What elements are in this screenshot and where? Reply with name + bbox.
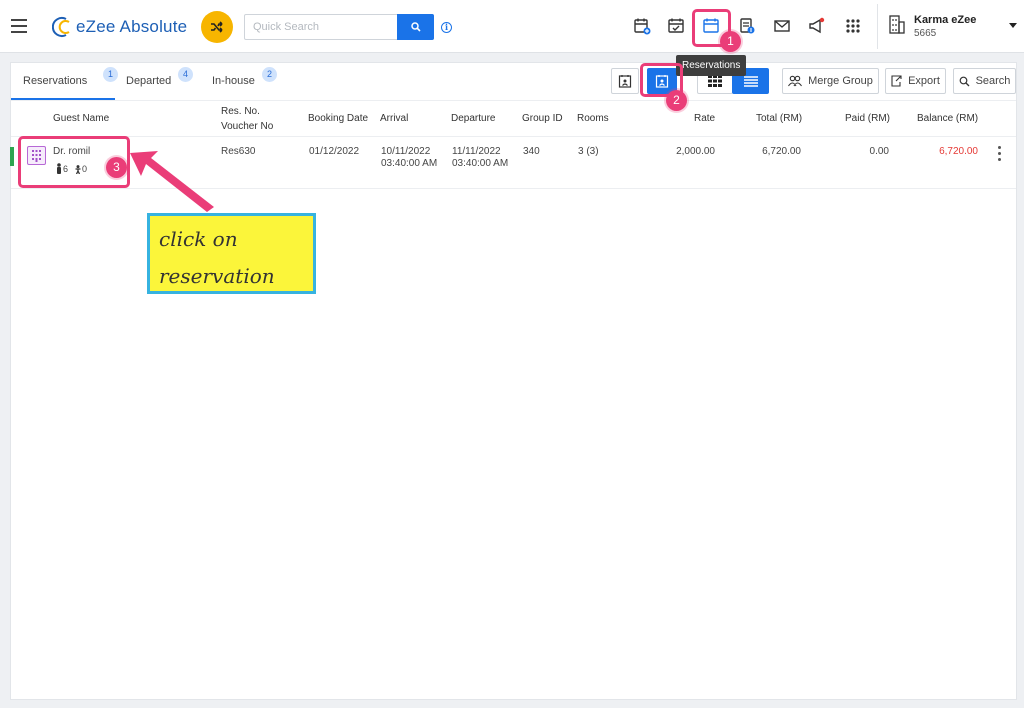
search-label: Search: [975, 75, 1011, 87]
arrival-time-cell: 03:40:00 AM: [381, 158, 438, 169]
tab-count-badge: 4: [178, 67, 193, 82]
new-reservation-icon[interactable]: [632, 16, 652, 36]
col-header-rate[interactable]: Rate: [694, 111, 715, 126]
menu-hamburger-icon[interactable]: [11, 19, 27, 33]
tab-departed[interactable]: Departed 4: [126, 67, 193, 87]
step-badge-2: 2: [666, 90, 687, 111]
quick-search-box: [244, 14, 434, 40]
list-view-icon: [743, 75, 758, 87]
search-button[interactable]: Search: [953, 68, 1016, 94]
quick-search-input[interactable]: [245, 15, 395, 39]
col-header-group-id[interactable]: Group ID: [522, 111, 563, 126]
calendar-person-icon: [655, 75, 669, 88]
col-header-voucher-no[interactable]: Voucher No: [221, 119, 273, 134]
booking-date-cell: 01/12/2022: [309, 146, 360, 157]
res-no-cell: Res630: [221, 146, 256, 157]
info-icon[interactable]: i: [441, 22, 452, 33]
col-header-rooms[interactable]: Rooms: [577, 111, 609, 126]
rooms-cell: 3 (3): [578, 146, 599, 157]
calendar-person-icon: [618, 75, 632, 88]
guest-name-link[interactable]: Dr. romil: [53, 146, 90, 157]
hotel-building-icon: [27, 146, 46, 165]
tab-count-badge: 2: [262, 67, 277, 82]
adult-count: 6: [63, 164, 69, 174]
property-name: Karma eZee: [914, 14, 977, 26]
tooltip: Reservations: [676, 55, 747, 76]
child-count: 0: [82, 164, 88, 174]
quick-search-button[interactable]: [397, 14, 434, 40]
tab-label: Departed: [126, 75, 172, 87]
mail-icon[interactable]: [772, 16, 792, 36]
departure-date-cell: 11/11/2022: [452, 146, 501, 157]
tab-count-badge: 1: [103, 67, 118, 82]
rate-cell: 2,000.00: [676, 146, 715, 157]
apps-grid-icon[interactable]: [843, 16, 863, 36]
group-id-cell: 340: [523, 146, 540, 157]
building-icon: [889, 15, 905, 34]
col-header-booking-date[interactable]: Booking Date: [308, 111, 368, 126]
export-label: Export: [908, 75, 940, 87]
status-marker: [10, 147, 14, 166]
balance-cell: 6,720.00: [939, 146, 978, 157]
col-header-arrival[interactable]: Arrival: [380, 111, 408, 126]
merge-group-button[interactable]: Merge Group: [782, 68, 879, 94]
header-divider: [877, 4, 878, 49]
adult-icon: [57, 163, 61, 174]
reservation-list-panel: Reservations 1 Departed 4 In-house 2 Mer…: [10, 62, 1017, 700]
export-icon: [891, 75, 902, 87]
step-badge-1: 1: [720, 31, 741, 52]
col-header-paid[interactable]: Paid (RM): [845, 111, 890, 126]
tab-in-house[interactable]: In-house 2: [212, 67, 277, 87]
app-name: eZee Absolute: [76, 17, 188, 36]
checkin-calendar-icon[interactable]: [666, 16, 686, 36]
property-switcher[interactable]: Karma eZee 5665: [888, 14, 976, 40]
child-icon: [75, 165, 81, 174]
property-dropdown-caret-icon[interactable]: [1009, 23, 1017, 28]
merge-group-label: Merge Group: [808, 75, 873, 87]
arrival-view-button[interactable]: [611, 68, 639, 94]
grid-view-icon: [708, 75, 722, 87]
export-button[interactable]: Export: [885, 68, 946, 94]
callout-line-2: reservation: [159, 264, 275, 288]
reservations-calendar-icon[interactable]: [701, 16, 721, 36]
callout-line-1: click on: [159, 227, 238, 251]
shuffle-button[interactable]: [201, 11, 233, 43]
pax-count: 6 0: [56, 163, 87, 174]
billing-icon[interactable]: [737, 16, 757, 36]
col-header-balance[interactable]: Balance (RM): [917, 111, 978, 126]
app-logo[interactable]: eZee Absolute: [52, 16, 187, 38]
col-header-departure[interactable]: Departure: [451, 111, 495, 126]
tab-reservations[interactable]: Reservations 1: [23, 67, 118, 87]
shuffle-icon: [211, 21, 223, 33]
arrival-date-cell: 10/11/2022: [381, 146, 431, 157]
search-icon: [410, 22, 421, 32]
tab-label: Reservations: [23, 75, 88, 87]
paid-cell: 0.00: [869, 146, 889, 157]
ezee-logo-icon: [52, 17, 70, 37]
tabs-divider: [11, 100, 1016, 101]
instruction-callout: click on reservation: [147, 213, 316, 294]
col-header-total[interactable]: Total (RM): [756, 111, 802, 126]
group-icon: [788, 75, 803, 87]
top-header: eZee Absolute i: [0, 0, 1024, 53]
property-code: 5665: [914, 28, 937, 39]
tab-label: In-house: [212, 75, 255, 87]
table-row[interactable]: Dr. romil 6 0 Res630 01/12/2022 10/11/20…: [10, 137, 1016, 189]
announcement-icon[interactable]: [806, 16, 826, 36]
row-more-options-icon[interactable]: [994, 145, 1004, 163]
step-badge-3: 3: [106, 157, 127, 178]
departure-time-cell: 03:40:00 AM: [452, 158, 509, 169]
search-icon: [959, 76, 970, 86]
col-header-guest-name[interactable]: Guest Name: [53, 111, 109, 126]
col-header-res-no[interactable]: Res. No.: [221, 104, 260, 119]
total-cell: 6,720.00: [762, 146, 801, 157]
